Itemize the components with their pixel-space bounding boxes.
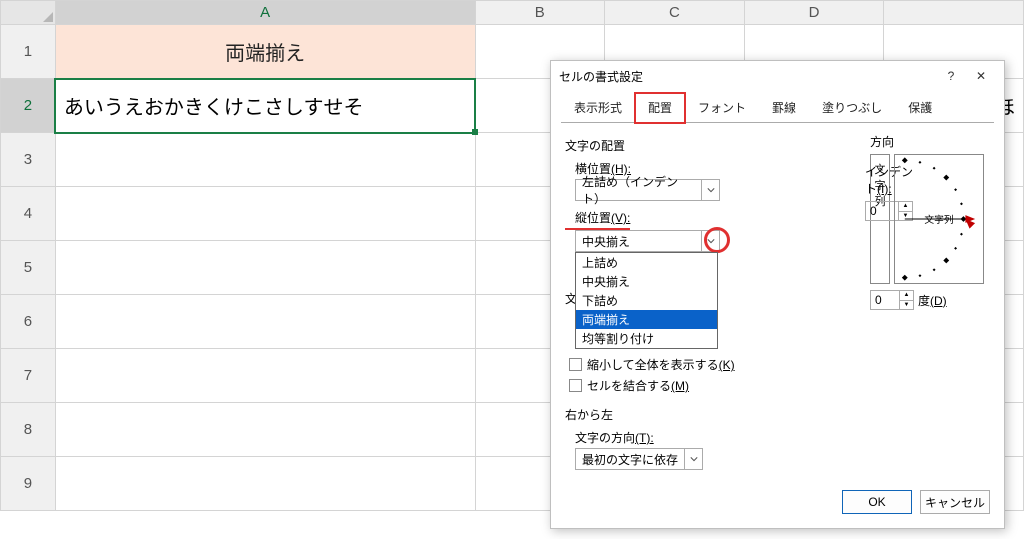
col-header-D[interactable]: D — [744, 1, 884, 25]
cancel-button[interactable]: キャンセル — [920, 490, 990, 514]
checkbox-icon — [569, 379, 582, 392]
row-header-6[interactable]: 6 — [1, 295, 56, 349]
tab-protection[interactable]: 保護 — [895, 93, 945, 123]
horizontal-value: 左詰め（インデント） — [576, 173, 701, 207]
row-header-3[interactable]: 3 — [1, 133, 56, 187]
vertical-option[interactable]: 下詰め — [576, 291, 717, 310]
cell-A8[interactable] — [55, 403, 475, 457]
vertical-option[interactable]: 均等割り付け — [576, 329, 717, 348]
cell-A6[interactable] — [55, 295, 475, 349]
chevron-down-icon — [684, 449, 702, 469]
format-cells-dialog: セルの書式設定 ? ✕ 表示形式 配置 フォント 罫線 塗りつぶし 保護 文字の… — [550, 60, 1005, 529]
cell-A9[interactable] — [55, 457, 475, 511]
col-header-E[interactable] — [884, 1, 1024, 25]
checkbox-icon — [569, 358, 582, 371]
row-header-5[interactable]: 5 — [1, 241, 56, 295]
tab-number[interactable]: 表示形式 — [561, 93, 635, 123]
help-button[interactable]: ? — [936, 65, 966, 87]
tab-alignment[interactable]: 配置 — [635, 93, 685, 123]
dialog-title: セルの書式設定 — [559, 68, 936, 85]
cell-A4[interactable] — [55, 187, 475, 241]
tab-fill[interactable]: 塗りつぶし — [809, 93, 895, 123]
row-header-2[interactable]: 2 — [1, 79, 56, 133]
dialog-titlebar: セルの書式設定 ? ✕ — [551, 61, 1004, 91]
cell-A5[interactable] — [55, 241, 475, 295]
vertical-option-selected[interactable]: 両端揃え — [576, 310, 717, 329]
merge-checkbox[interactable]: セルを結合する(M) — [569, 377, 850, 394]
text-direction-label: 文字の方向(T): — [575, 429, 850, 446]
vertical-label: 縦位置(V): — [575, 209, 630, 226]
shrink-checkbox[interactable]: 縮小して全体を表示する(K) — [569, 356, 850, 373]
cell-A1[interactable]: 両端揃え — [55, 25, 475, 79]
spinner-icon[interactable]: ▲▼ — [899, 291, 913, 309]
vertical-combo[interactable]: 中央揃え — [575, 230, 720, 252]
cell-A2[interactable]: あいうえおかきくけこさしすせそ — [55, 79, 475, 133]
select-all-corner[interactable] — [1, 1, 56, 25]
tab-font[interactable]: フォント — [685, 93, 759, 123]
degrees-input[interactable]: 0 ▲▼ — [870, 290, 914, 310]
vertical-option[interactable]: 中央揃え — [576, 272, 717, 291]
row-header-4[interactable]: 4 — [1, 187, 56, 241]
vertical-dropdown-list: 上詰め 中央揃え 下詰め 両端揃え 均等割り付け — [575, 252, 718, 349]
rtl-group-label: 右から左 — [565, 406, 850, 423]
vertical-value: 中央揃え — [576, 233, 701, 250]
col-header-B[interactable]: B — [475, 1, 605, 25]
chevron-down-icon — [701, 231, 719, 251]
row-header-7[interactable]: 7 — [1, 349, 56, 403]
row-header-8[interactable]: 8 — [1, 403, 56, 457]
chevron-down-icon — [701, 180, 719, 200]
row-header-1[interactable]: 1 — [1, 25, 56, 79]
cell-A7[interactable] — [55, 349, 475, 403]
col-header-C[interactable]: C — [605, 1, 745, 25]
horizontal-combo[interactable]: 左詰め（インデント） — [575, 179, 720, 201]
dialog-tabs: 表示形式 配置 フォント 罫線 塗りつぶし 保護 — [551, 93, 1004, 123]
orientation-dial[interactable]: 文字列 — [894, 154, 984, 284]
col-header-A[interactable]: A — [55, 1, 475, 25]
orientation-label: 方向 — [870, 133, 990, 150]
tab-border[interactable]: 罫線 — [759, 93, 809, 123]
text-direction-combo[interactable]: 最初の文字に依存 — [575, 448, 703, 470]
cell-A3[interactable] — [55, 133, 475, 187]
vertical-option[interactable]: 上詰め — [576, 253, 717, 272]
ok-button[interactable]: OK — [842, 490, 912, 514]
text-alignment-group-label: 文字の配置 — [565, 137, 850, 154]
svg-text:文字列: 文字列 — [924, 213, 954, 226]
row-header-9[interactable]: 9 — [1, 457, 56, 511]
close-button[interactable]: ✕ — [966, 65, 996, 87]
